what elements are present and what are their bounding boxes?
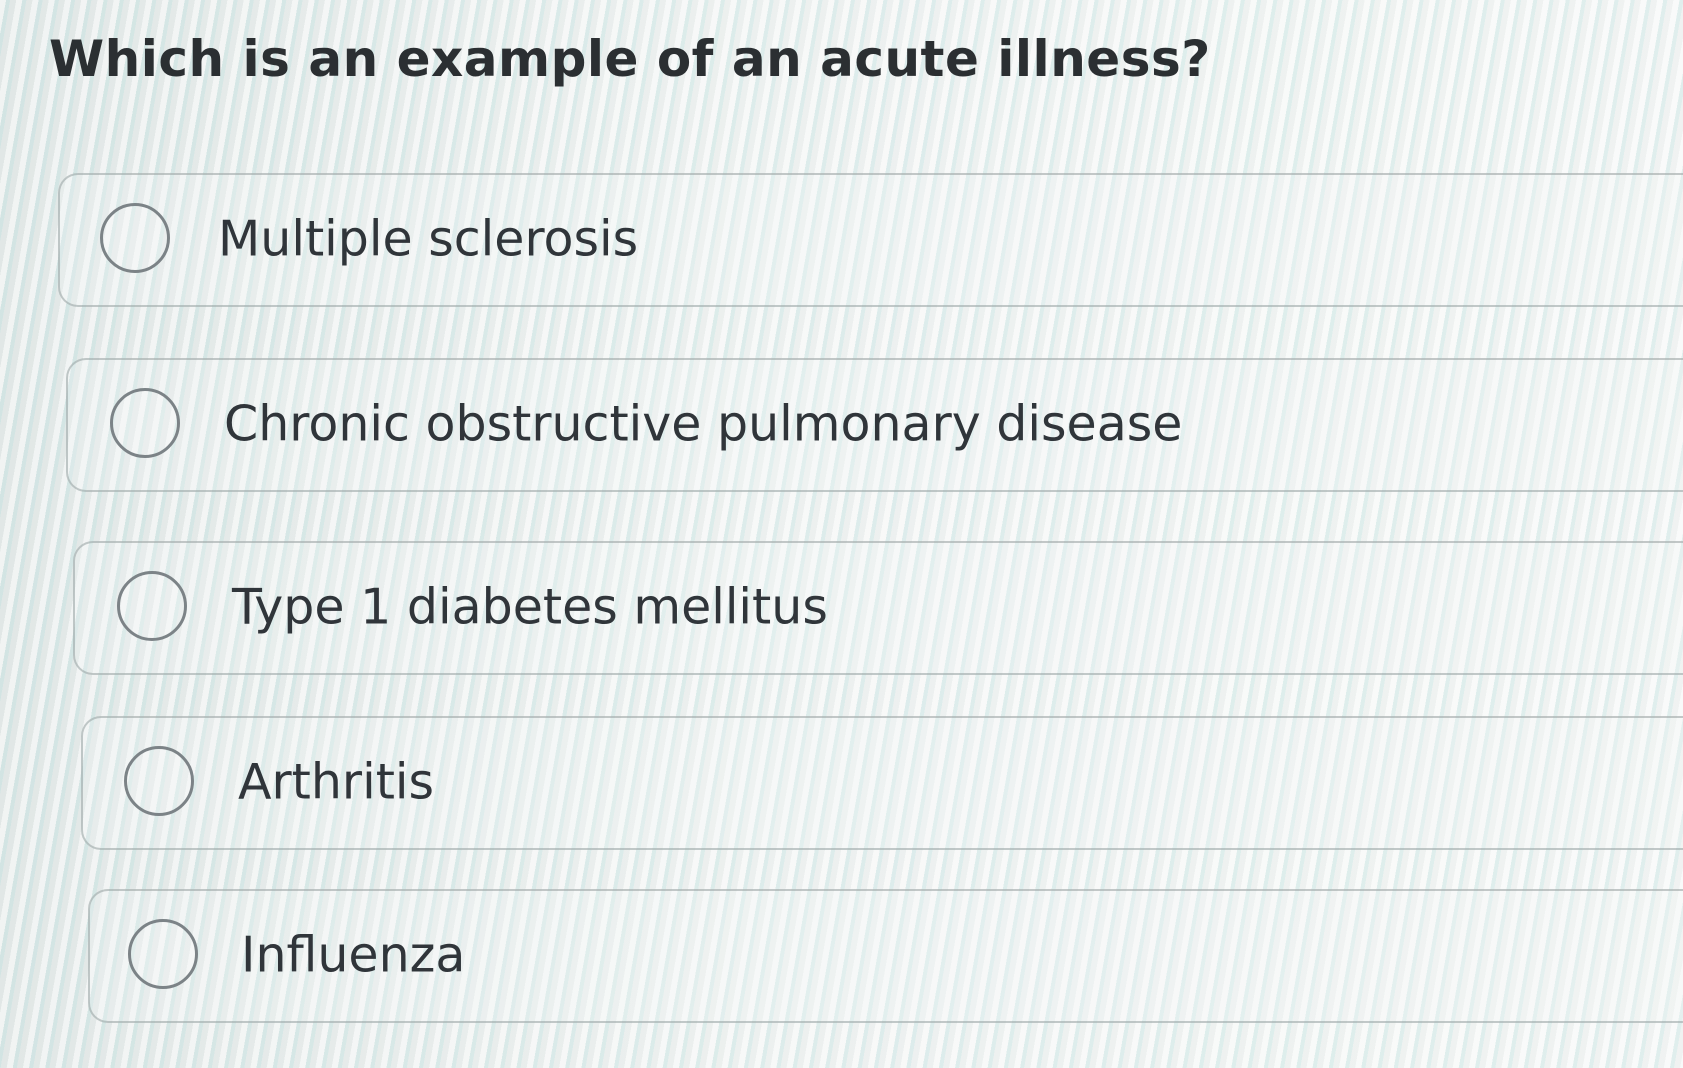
radio-button-icon[interactable] xyxy=(110,388,180,458)
answer-option-label: Type 1 diabetes mellitus xyxy=(232,578,828,636)
answer-option-type-1-diabetes[interactable]: Type 1 diabetes mellitus xyxy=(73,541,1683,675)
radio-button-icon[interactable] xyxy=(128,919,198,989)
answer-option-arthritis[interactable]: Arthritis xyxy=(81,716,1683,850)
answer-option-label: Chronic obstructive pulmonary disease xyxy=(224,395,1183,453)
answer-option-label: Influenza xyxy=(241,926,466,984)
radio-button-icon[interactable] xyxy=(124,746,194,816)
answer-option-influenza[interactable]: Influenza xyxy=(88,889,1683,1023)
answer-options-group: Multiple sclerosis Chronic obstructive p… xyxy=(0,0,1683,1068)
radio-button-icon[interactable] xyxy=(117,571,187,641)
radio-button-icon[interactable] xyxy=(100,203,170,273)
answer-option-copd[interactable]: Chronic obstructive pulmonary disease xyxy=(66,358,1683,492)
answer-option-label: Multiple sclerosis xyxy=(218,210,639,268)
answer-option-multiple-sclerosis[interactable]: Multiple sclerosis xyxy=(58,173,1683,307)
answer-option-label: Arthritis xyxy=(238,753,435,811)
